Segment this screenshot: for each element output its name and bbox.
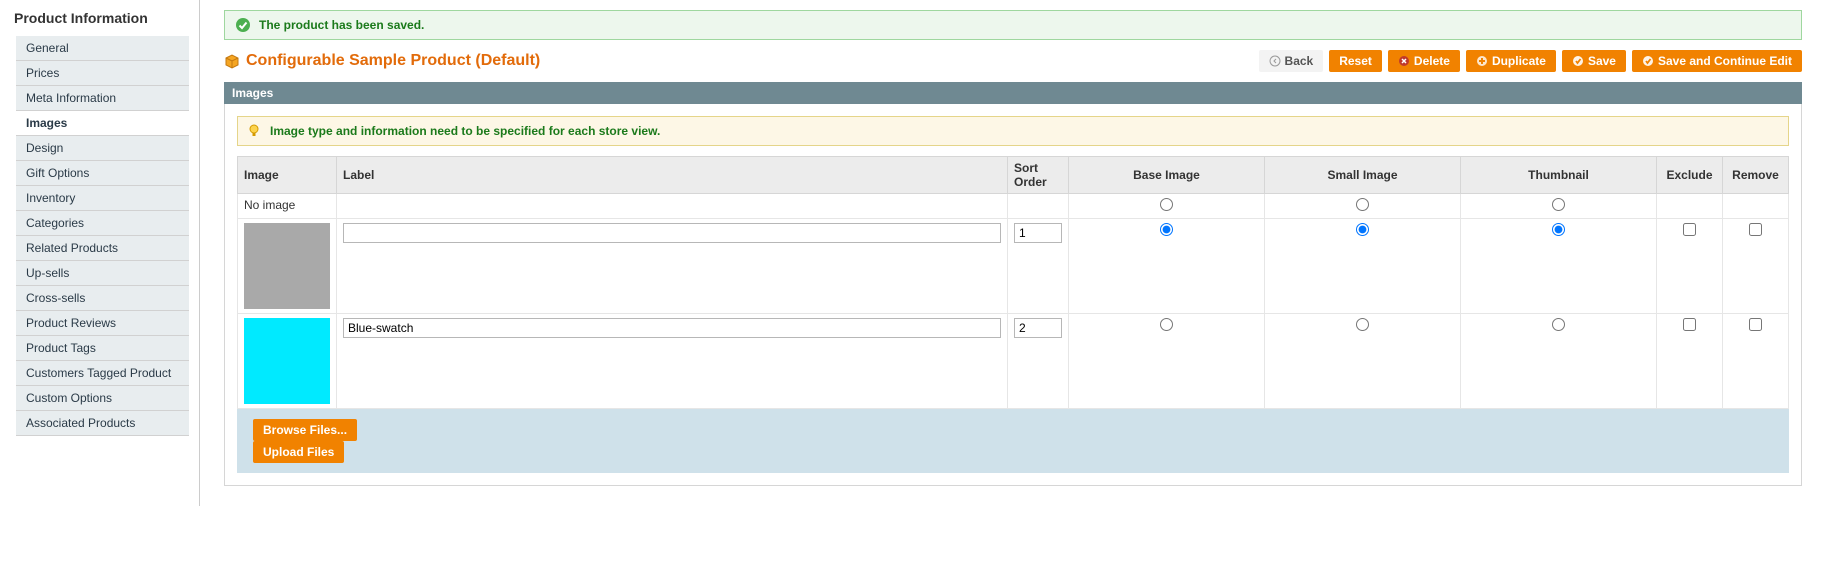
- duplicate-icon: [1476, 55, 1488, 67]
- upload-toolbar: Browse Files... Upload Files: [237, 409, 1789, 473]
- table-row: [238, 314, 1789, 409]
- sidebar-item-product-tags[interactable]: Product Tags: [16, 336, 189, 361]
- th-sort: Sort Order: [1008, 157, 1069, 194]
- reset-button[interactable]: Reset: [1329, 50, 1382, 72]
- base-radio[interactable]: [1160, 223, 1173, 236]
- delete-button[interactable]: Delete: [1388, 50, 1460, 72]
- sidebar-item-categories[interactable]: Categories: [16, 211, 189, 236]
- save-icon: [1572, 55, 1584, 67]
- sidebar-item-cross-sells[interactable]: Cross-sells: [16, 286, 189, 311]
- delete-label: Delete: [1414, 54, 1450, 68]
- back-label: Back: [1285, 54, 1314, 68]
- sidebar-item-gift-options[interactable]: Gift Options: [16, 161, 189, 186]
- success-text: The product has been saved.: [259, 18, 424, 32]
- noimage-cell: No image: [238, 194, 337, 219]
- sidebar-item-customers-tagged-product[interactable]: Customers Tagged Product: [16, 361, 189, 386]
- remove-checkbox[interactable]: [1749, 223, 1762, 236]
- sidebar-item-related-products[interactable]: Related Products: [16, 236, 189, 261]
- th-small: Small Image: [1265, 157, 1461, 194]
- title-bar: Configurable Sample Product (Default) Ba…: [224, 50, 1802, 72]
- sidebar-item-inventory[interactable]: Inventory: [16, 186, 189, 211]
- reset-label: Reset: [1339, 54, 1372, 68]
- sort-input[interactable]: [1014, 223, 1062, 243]
- save-continue-label: Save and Continue Edit: [1658, 54, 1792, 68]
- th-remove: Remove: [1723, 157, 1789, 194]
- th-label: Label: [337, 157, 1008, 194]
- info-tip: Image type and information need to be sp…: [237, 116, 1789, 146]
- page-title: Configurable Sample Product (Default): [246, 52, 540, 70]
- small-radio[interactable]: [1356, 223, 1369, 236]
- sidebar-item-associated-products[interactable]: Associated Products: [16, 411, 189, 436]
- upload-files-button[interactable]: Upload Files: [253, 441, 344, 463]
- section-body: Image type and information need to be sp…: [224, 104, 1802, 486]
- save-continue-icon: [1642, 55, 1654, 67]
- browse-files-button[interactable]: Browse Files...: [253, 419, 357, 441]
- th-exclude: Exclude: [1657, 157, 1723, 194]
- sidebar-item-images[interactable]: Images: [16, 111, 189, 136]
- image-thumb[interactable]: [244, 223, 330, 309]
- duplicate-label: Duplicate: [1492, 54, 1546, 68]
- duplicate-button[interactable]: Duplicate: [1466, 50, 1556, 72]
- sidebar: Product Information GeneralPricesMeta In…: [0, 0, 200, 506]
- delete-icon: [1398, 55, 1410, 67]
- small-radio-none[interactable]: [1356, 198, 1369, 211]
- remove-checkbox[interactable]: [1749, 318, 1762, 331]
- images-table: Image Label Sort Order Base Image Small …: [237, 156, 1789, 409]
- sidebar-title: Product Information: [0, 10, 199, 36]
- exclude-checkbox[interactable]: [1683, 318, 1696, 331]
- thumb-radio[interactable]: [1552, 223, 1565, 236]
- sidebar-item-custom-options[interactable]: Custom Options: [16, 386, 189, 411]
- save-continue-button[interactable]: Save and Continue Edit: [1632, 50, 1802, 72]
- small-radio[interactable]: [1356, 318, 1369, 331]
- sidebar-item-design[interactable]: Design: [16, 136, 189, 161]
- base-radio[interactable]: [1160, 318, 1173, 331]
- browse-label: Browse Files...: [263, 423, 347, 437]
- label-input[interactable]: [343, 318, 1001, 338]
- sort-input[interactable]: [1014, 318, 1062, 338]
- back-icon: [1269, 55, 1281, 67]
- th-thumb: Thumbnail: [1461, 157, 1657, 194]
- base-radio-none[interactable]: [1160, 198, 1173, 211]
- upload-label: Upload Files: [263, 445, 334, 459]
- section-header: Images: [224, 82, 1802, 104]
- success-icon: [235, 17, 251, 33]
- main-content: The product has been saved. Configurable…: [200, 0, 1826, 506]
- action-buttons: Back Reset Delete Duplicate Save Save an…: [1259, 50, 1802, 72]
- sidebar-item-meta-information[interactable]: Meta Information: [16, 86, 189, 111]
- thumb-radio-none[interactable]: [1552, 198, 1565, 211]
- exclude-checkbox[interactable]: [1683, 223, 1696, 236]
- th-image: Image: [238, 157, 337, 194]
- sidebar-list: GeneralPricesMeta InformationImagesDesig…: [16, 36, 189, 436]
- sidebar-item-general[interactable]: General: [16, 36, 189, 61]
- th-base: Base Image: [1069, 157, 1265, 194]
- image-thumb[interactable]: [244, 318, 330, 404]
- success-message: The product has been saved.: [224, 10, 1802, 40]
- tip-text: Image type and information need to be sp…: [270, 124, 660, 138]
- lightbulb-icon: [246, 123, 262, 139]
- sidebar-item-prices[interactable]: Prices: [16, 61, 189, 86]
- product-icon: [224, 53, 240, 69]
- sidebar-item-up-sells[interactable]: Up-sells: [16, 261, 189, 286]
- thumb-radio[interactable]: [1552, 318, 1565, 331]
- save-label: Save: [1588, 54, 1616, 68]
- label-input[interactable]: [343, 223, 1001, 243]
- sidebar-item-product-reviews[interactable]: Product Reviews: [16, 311, 189, 336]
- table-row: [238, 219, 1789, 314]
- save-button[interactable]: Save: [1562, 50, 1626, 72]
- back-button[interactable]: Back: [1259, 50, 1324, 72]
- table-row-noimage: No image: [238, 194, 1789, 219]
